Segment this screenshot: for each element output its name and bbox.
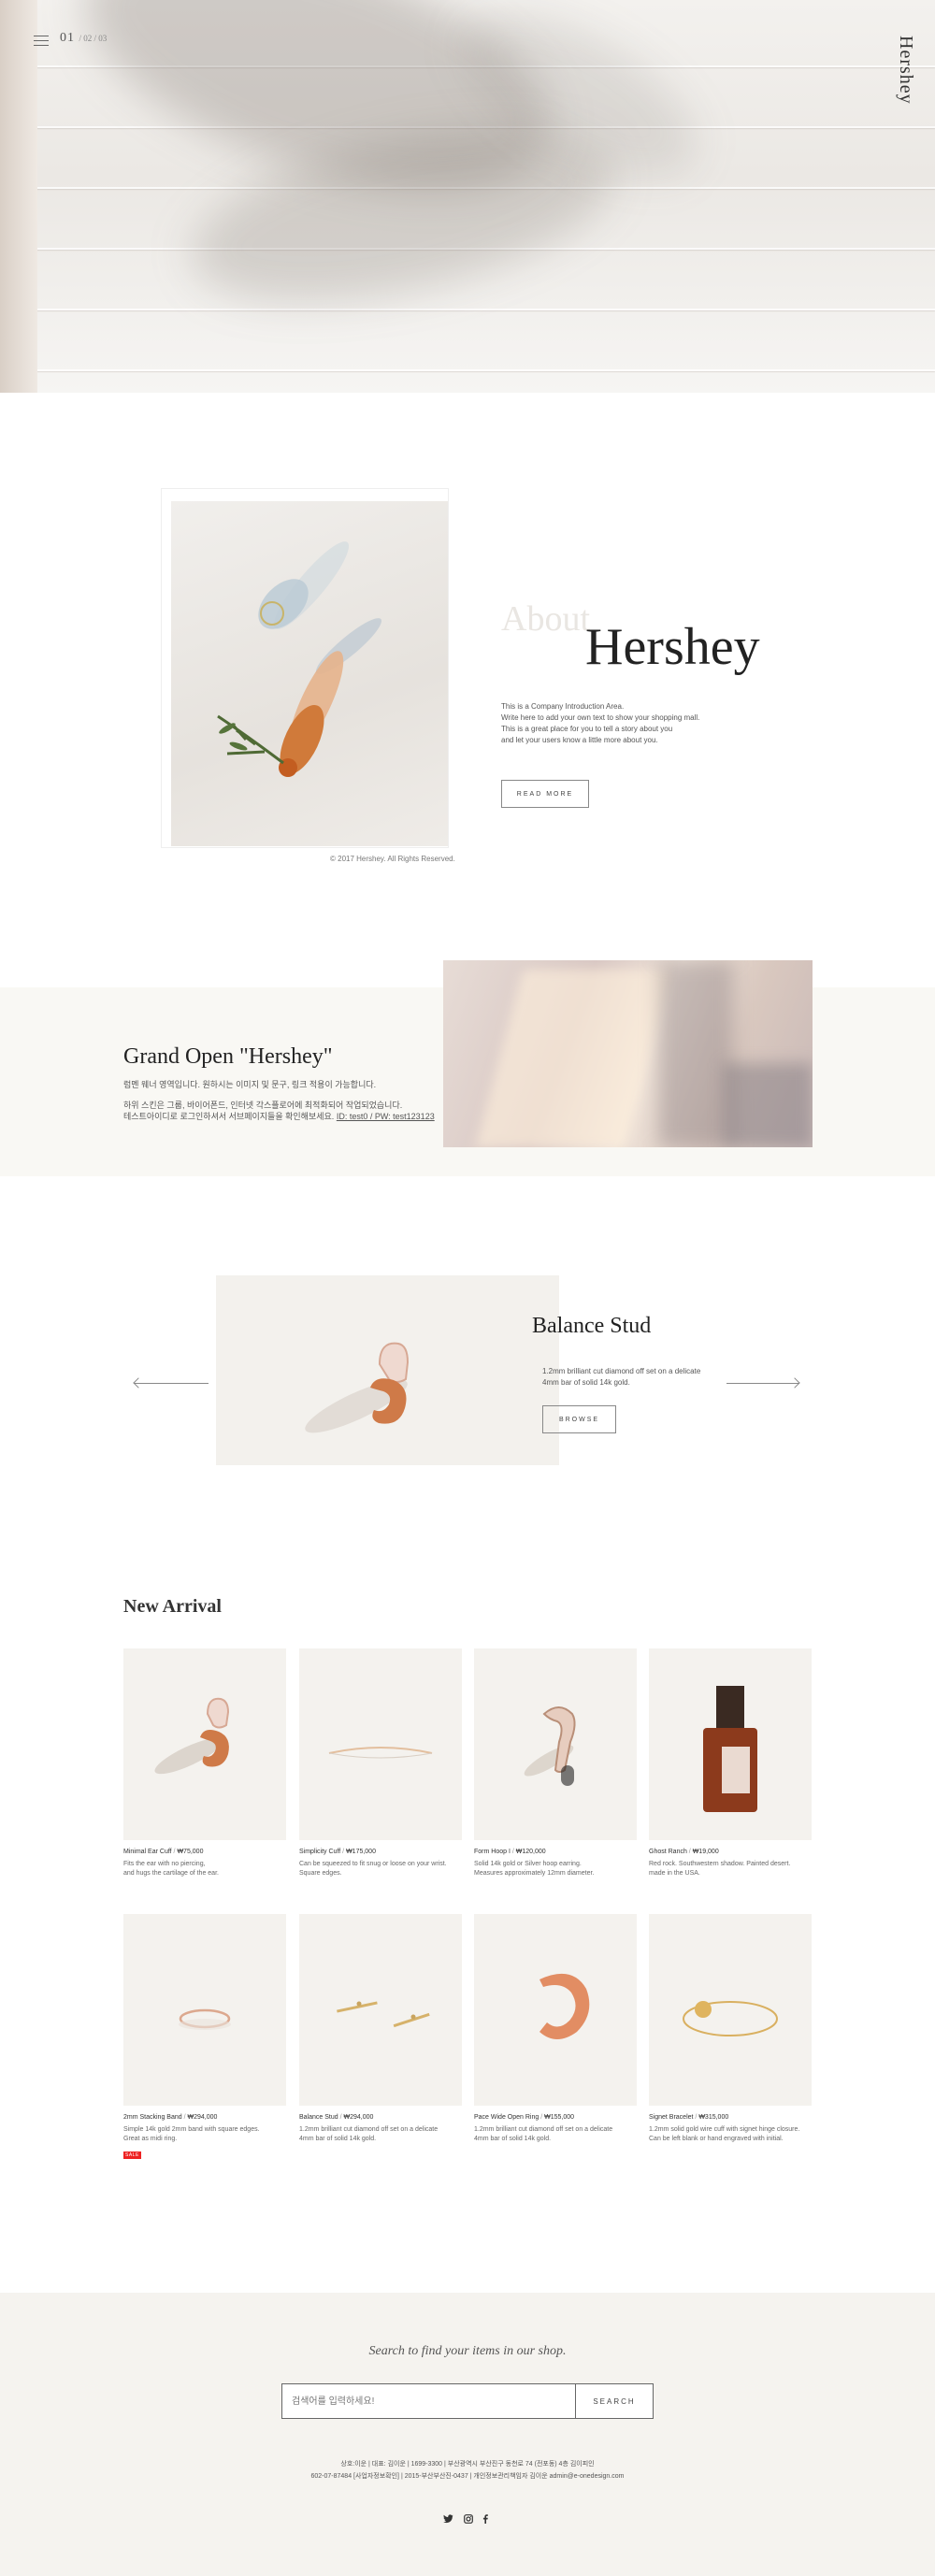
- product-name[interactable]: Minimal Ear Cuff / ₩75,000: [123, 1849, 286, 1855]
- wall-board-line: [0, 369, 935, 371]
- about-title: Hershey: [585, 618, 760, 676]
- product-image[interactable]: [474, 1648, 637, 1840]
- slider-description: 1.2mm brilliant cut diamond off set on a…: [542, 1367, 701, 1387]
- search-button[interactable]: SEARCH: [576, 2384, 653, 2418]
- arrow-right-icon: [726, 1383, 799, 1384]
- product-price: ₩175,000: [346, 1849, 376, 1855]
- product-card[interactable]: Minimal Ear Cuff / ₩75,000 Fits the ear w…: [123, 1648, 286, 1878]
- product-name[interactable]: Form Hoop I / ₩120,000: [474, 1849, 637, 1855]
- product-price: ₩19,000: [692, 1849, 719, 1855]
- grand-open-description: 럼멘 웨너 영역입니다. 원하시는 이미지 및 문구, 링크 적용이 가능합니다…: [123, 1080, 435, 1121]
- product-price: ₩294,000: [343, 2114, 374, 2121]
- product-card[interactable]: 2mm Stacking Band / ₩294,000 Simple 14k g…: [123, 1914, 286, 2161]
- sale-badge: SALE: [123, 2151, 141, 2159]
- product-price: ₩315,000: [698, 2114, 729, 2121]
- brand-logo[interactable]: Hershey: [895, 36, 916, 105]
- product-description: Can be squeezed to fit snug or loose on …: [299, 1861, 447, 1877]
- instagram-icon[interactable]: [464, 2514, 473, 2526]
- hero-wood-edge: [0, 0, 37, 393]
- product-card[interactable]: Form Hoop I / ₩120,000 Solid 14k gold or …: [474, 1648, 637, 1878]
- search-form: SEARCH: [281, 2383, 654, 2419]
- new-arrival-title: New Arrival: [123, 1596, 222, 1617]
- product-image[interactable]: [299, 1914, 462, 2106]
- product-image[interactable]: [474, 1914, 637, 2106]
- product-description: Fits the ear with no piercing, and hugs t…: [123, 1861, 219, 1877]
- product-price: ₩120,000: [515, 1849, 546, 1855]
- grand-open-photo: [443, 960, 813, 1147]
- slide-current: 01: [60, 31, 75, 45]
- search-caption: Search to find your items in our shop.: [368, 2344, 567, 2358]
- product-card[interactable]: Simplicity Cuff / ₩175,000 Can be squeeze…: [299, 1648, 462, 1878]
- facebook-icon[interactable]: [482, 2514, 488, 2526]
- product-image[interactable]: [649, 1648, 812, 1840]
- product-name[interactable]: Simplicity Cuff / ₩175,000: [299, 1849, 462, 1855]
- slider-title: Balance Stud: [532, 1314, 652, 1338]
- about-copyright: © 2017 Hershey. All Rights Reserved.: [330, 855, 455, 863]
- product-card[interactable]: Pace Wide Open Ring / ₩155,000 1.2mm bril…: [474, 1914, 637, 2144]
- twitter-icon[interactable]: [443, 2514, 453, 2526]
- product-description: 1.2mm brilliant cut diamond off set on a…: [299, 2126, 439, 2142]
- product-price: ₩155,000: [544, 2114, 575, 2121]
- product-name[interactable]: 2mm Stacking Band / ₩294,000: [123, 2114, 286, 2121]
- product-name[interactable]: Ghost Ranch / ₩19,000: [649, 1849, 812, 1855]
- product-description: 1.2mm solid gold wire cuff with signet h…: [649, 2126, 800, 2142]
- product-image[interactable]: [123, 1648, 286, 1840]
- company-info: 상호:이운 | 대표: 김이운 | 1699-3300 | 부산광역시 부산진구…: [340, 2461, 595, 2468]
- product-description: Solid 14k gold or Silver hoop earring. Me…: [474, 1861, 595, 1877]
- product-image[interactable]: [299, 1648, 462, 1840]
- arrow-left-icon: [134, 1383, 209, 1384]
- wall-board-line: [0, 309, 935, 310]
- product-price: ₩75,000: [177, 1849, 204, 1855]
- test-account-link[interactable]: ID: test0 / PW: test123123: [337, 1112, 435, 1121]
- hero-banner: 01 / 02 / 03 Hershey: [0, 0, 935, 393]
- earcuff-illustration: [305, 1342, 410, 1433]
- product-name[interactable]: Pace Wide Open Ring / ₩155,000: [474, 2114, 637, 2121]
- read-more-button[interactable]: READ MORE: [501, 780, 589, 808]
- product-card[interactable]: Balance Stud / ₩294,000 1.2mm brilliant c…: [299, 1914, 462, 2144]
- product-description: Simple 14k gold 2mm band with square edg…: [123, 2126, 260, 2142]
- about-photo: [171, 501, 448, 846]
- about-description: This is a Company Introduction Area. Wri…: [501, 702, 700, 744]
- product-description: 1.2mm brilliant cut diamond off set on a…: [474, 2126, 613, 2142]
- menu-button[interactable]: [34, 36, 49, 47]
- slide-indicator: 01 / 02 / 03: [60, 31, 107, 46]
- slide-total: / 02 / 03: [79, 34, 108, 43]
- slider-prev-button[interactable]: [133, 1377, 209, 1390]
- footer: [0, 2293, 935, 2576]
- company-info-2: 602-07-87484 [사업자정보확인] | 2015-부산부산진-0437…: [310, 2473, 625, 2480]
- product-card[interactable]: Signet Bracelet / ₩315,000 1.2mm solid go…: [649, 1914, 812, 2144]
- slider-next-button[interactable]: [726, 1377, 800, 1390]
- search-input[interactable]: [282, 2384, 576, 2418]
- vase-illustration: [217, 541, 382, 777]
- about-ghost-title: About: [501, 599, 590, 639]
- slider-photo: [216, 1275, 559, 1465]
- browse-button[interactable]: BROWSE: [542, 1405, 616, 1433]
- product-description: Red rock. Southwestern shadow. Painted d…: [649, 1861, 791, 1877]
- product-image[interactable]: [123, 1914, 286, 2106]
- product-card[interactable]: Ghost Ranch / ₩19,000 Red rock. Southwest…: [649, 1648, 812, 1878]
- product-name[interactable]: Signet Bracelet / ₩315,000: [649, 2114, 812, 2121]
- grand-open-title: Grand Open "Hershey": [123, 1044, 333, 1069]
- product-name[interactable]: Balance Stud / ₩294,000: [299, 2114, 462, 2121]
- product-price: ₩294,000: [187, 2114, 218, 2121]
- product-image[interactable]: [649, 1914, 812, 2106]
